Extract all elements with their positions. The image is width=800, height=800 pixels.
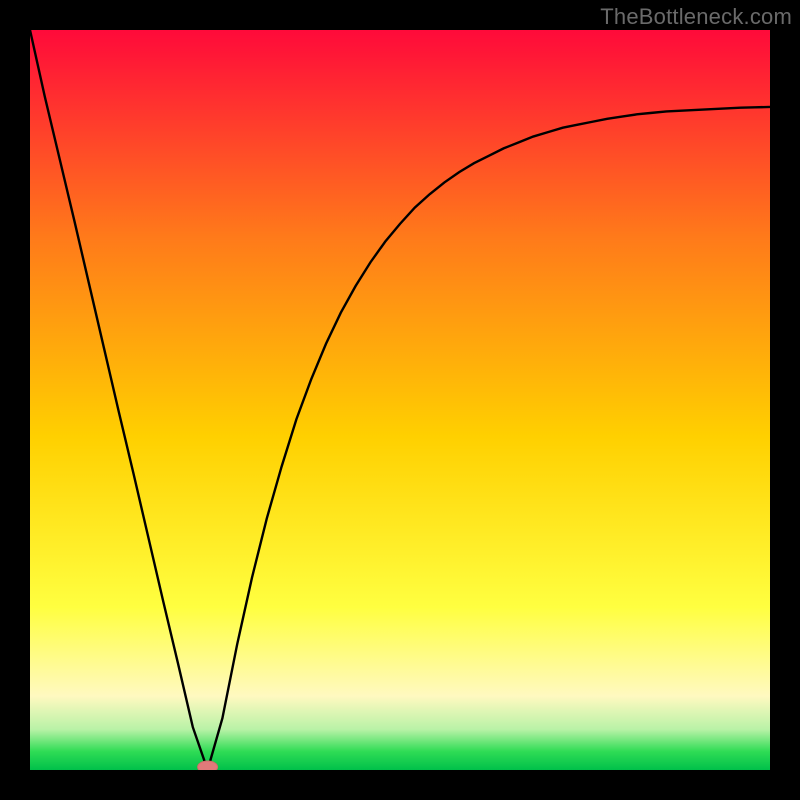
plot-frame	[30, 30, 770, 770]
watermark-label: TheBottleneck.com	[600, 4, 792, 30]
bottleneck-chart	[30, 30, 770, 770]
optimal-point-marker	[198, 761, 218, 770]
gradient-background	[30, 30, 770, 770]
